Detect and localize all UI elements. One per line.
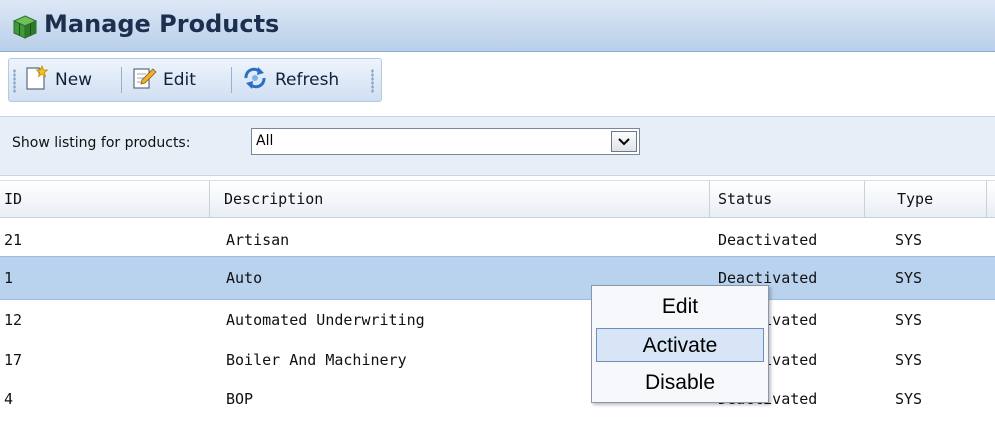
cell-type: SYS (895, 351, 923, 369)
column-header-status[interactable]: Status (710, 181, 865, 218)
table-row[interactable]: 17 Boiler And Machinery Deactivated SYS (0, 338, 995, 382)
edit-button[interactable]: Edit (131, 65, 196, 95)
table-row[interactable]: 12 Automated Underwriting Deactivated SY… (0, 298, 995, 342)
dropdown-arrow-button[interactable] (611, 131, 637, 152)
refresh-label: Refresh (275, 70, 340, 90)
page-title: Manage Products (44, 10, 280, 38)
cell-type: SYS (895, 390, 923, 408)
cell-type: SYS (895, 311, 923, 329)
context-menu-edit[interactable]: Edit (596, 290, 764, 324)
refresh-icon (241, 65, 269, 96)
new-icon (23, 64, 49, 96)
column-header-type[interactable]: Type (865, 181, 987, 218)
cell-id: 17 (4, 351, 23, 369)
context-menu-activate[interactable]: Activate (596, 328, 764, 362)
column-header-description[interactable]: Description (210, 181, 710, 218)
product-filter-select[interactable]: All (251, 128, 640, 155)
cell-id: 4 (4, 390, 14, 408)
filter-selected-value: All (256, 133, 274, 149)
cell-description: Auto (226, 269, 263, 287)
chevron-down-icon (618, 138, 630, 146)
cell-id: 1 (4, 269, 14, 287)
products-cube-icon (12, 14, 38, 40)
context-menu: Edit Activate Disable (591, 285, 769, 403)
cell-description: BOP (226, 390, 254, 408)
edit-icon (131, 65, 157, 96)
table-row[interactable]: 4 BOP Deactivated SYS (0, 377, 995, 409)
context-menu-disable[interactable]: Disable (596, 366, 764, 400)
filter-label: Show listing for products: (12, 135, 191, 151)
new-label: New (55, 70, 93, 90)
new-button[interactable]: New (23, 64, 93, 96)
table-row-selected[interactable]: 1 Auto Deactivated SYS (0, 256, 995, 300)
toolbar-separator (231, 67, 232, 93)
toolbar-grip-left[interactable] (13, 69, 16, 93)
toolbar: New Edit Refresh (8, 58, 382, 102)
toolbar-area: New Edit Refresh (0, 52, 995, 108)
cell-description: Automated Underwriting (226, 311, 425, 329)
toolbar-separator (121, 67, 122, 93)
cell-id: 12 (4, 311, 23, 329)
refresh-button[interactable]: Refresh (241, 65, 339, 95)
grid-header: ID Description Status Type (0, 180, 995, 218)
cell-type: SYS (895, 269, 923, 287)
title-bar: Manage Products (0, 0, 995, 52)
edit-label: Edit (163, 70, 196, 90)
filter-bar: Show listing for products: All (0, 116, 995, 176)
cell-description: Boiler And Machinery (226, 351, 407, 369)
toolbar-grip-right[interactable] (371, 69, 374, 93)
column-header-id[interactable]: ID (0, 181, 210, 218)
